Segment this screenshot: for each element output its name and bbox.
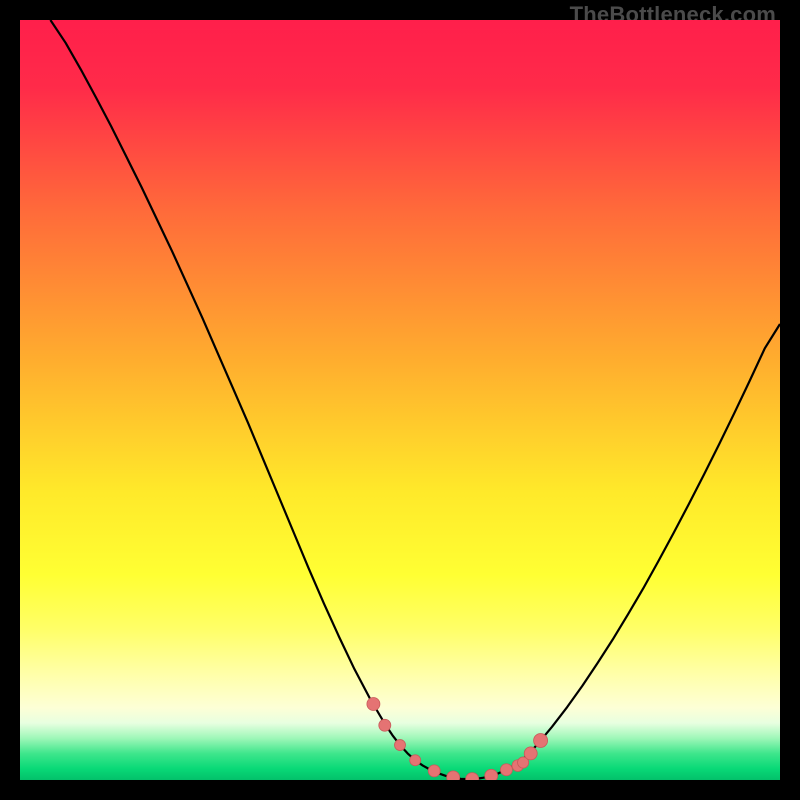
curve-marker [524, 747, 537, 760]
curve-marker [379, 719, 391, 731]
curve-marker [367, 698, 380, 711]
curve-marker [395, 740, 406, 751]
gradient-background [20, 20, 780, 780]
bottleneck-curve-chart [20, 20, 780, 780]
curve-marker [447, 771, 460, 780]
curve-marker [428, 765, 440, 777]
chart-frame [20, 20, 780, 780]
curve-marker [534, 733, 548, 747]
curve-marker [500, 764, 512, 776]
curve-marker [485, 769, 498, 780]
curve-marker [410, 755, 421, 766]
